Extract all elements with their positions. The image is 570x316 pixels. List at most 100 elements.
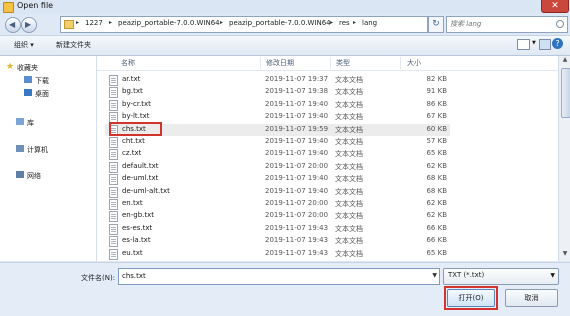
chevron-down-icon[interactable]: ▼ — [532, 40, 536, 46]
arrow-right-icon: ▶ — [25, 20, 32, 29]
text-file-icon — [109, 149, 118, 160]
column-divider[interactable] — [330, 57, 331, 69]
breadcrumb-1227[interactable]: 1227 — [85, 19, 103, 27]
file-row[interactable]: en-gb.txt 2019-11-07 20:00 文本文档 62 KB — [105, 210, 450, 222]
file-name: ar.txt — [122, 75, 141, 83]
column-header-size[interactable]: 大小 — [407, 58, 421, 68]
forward-button[interactable]: ▶ — [21, 17, 37, 33]
file-date: 2019-11-07 19:43 — [265, 249, 329, 257]
file-row[interactable]: es-la.txt 2019-11-07 19:43 文本文档 66 KB — [105, 235, 450, 247]
file-name: by-cr.txt — [122, 100, 151, 108]
column-header-type[interactable]: 类型 — [336, 58, 350, 68]
file-row[interactable]: de-uml.txt 2019-11-07 19:40 文本文档 68 KB — [105, 173, 450, 185]
file-row[interactable]: de-uml-alt.txt 2019-11-07 19:40 文本文档 68 KB — [105, 186, 450, 198]
text-file-icon — [109, 162, 118, 173]
file-size: 67 KB — [426, 112, 447, 120]
text-file-icon — [109, 236, 118, 247]
file-type: 文本文档 — [335, 237, 363, 245]
file-size: 66 KB — [426, 224, 447, 232]
filename-input[interactable] — [122, 270, 417, 282]
sidebar-item-favorites[interactable]: 收藏夹 — [17, 63, 38, 73]
breadcrumb-separator[interactable]: ▸ — [353, 19, 356, 26]
chevron-down-icon[interactable]: ▼ — [432, 272, 437, 279]
sidebar-item-network[interactable]: 网络 — [27, 171, 41, 181]
file-size: 66 KB — [426, 236, 447, 244]
scrollbar-thumb[interactable] — [561, 68, 570, 118]
breadcrumb-separator[interactable]: ▸ — [330, 19, 333, 26]
file-size: 57 KB — [426, 137, 447, 145]
folder-icon — [64, 20, 74, 29]
network-icon — [16, 171, 24, 178]
breadcrumb-lang[interactable]: lang — [362, 19, 377, 27]
file-date: 2019-11-07 19:43 — [265, 236, 329, 244]
filetype-value: TXT (*.txt) — [448, 271, 485, 279]
navigation-pane: ★ 收藏夹 下载 桌面 库 计算机 网络 — [0, 56, 97, 261]
file-size: 62 KB — [426, 162, 447, 170]
text-file-icon — [109, 100, 118, 111]
view-options-icon[interactable] — [517, 39, 530, 50]
column-divider[interactable] — [400, 57, 401, 69]
file-size: 60 KB — [426, 125, 447, 133]
sidebar-item-downloads[interactable]: 下载 — [35, 76, 49, 86]
organize-button[interactable]: 组织 ▾ — [14, 40, 34, 50]
breadcrumb-peazip-1[interactable]: peazip_portable-7.0.0.WIN64 — [118, 19, 220, 27]
breadcrumb-peazip-2[interactable]: peazip_portable-7.0.0.WIN64 — [229, 19, 331, 27]
file-row[interactable]: bg.txt 2019-11-07 19:38 文本文档 91 KB — [105, 86, 450, 98]
column-divider[interactable] — [260, 57, 261, 69]
cancel-button[interactable]: 取消 — [505, 289, 558, 307]
scroll-up-icon[interactable]: ▲ — [560, 56, 570, 66]
filename-combobox[interactable]: ▼ — [118, 268, 440, 285]
text-file-icon — [109, 75, 118, 86]
file-type: 文本文档 — [335, 101, 363, 109]
help-icon[interactable]: ? — [552, 38, 563, 49]
text-file-icon — [109, 87, 118, 98]
file-row[interactable]: cht.txt 2019-11-07 19:40 文本文档 57 KB — [105, 136, 450, 148]
filetype-select[interactable]: TXT (*.txt) ▼ — [443, 268, 559, 285]
file-type: 文本文档 — [335, 163, 363, 171]
file-size: 68 KB — [426, 187, 447, 195]
back-button[interactable]: ◀ — [5, 17, 21, 33]
file-row[interactable]: default.txt 2019-11-07 20:00 文本文档 62 KB — [105, 161, 450, 173]
file-name: cht.txt — [122, 137, 145, 145]
file-row[interactable]: eu.txt 2019-11-07 19:43 文本文档 65 KB — [105, 248, 450, 260]
column-header-date[interactable]: 修改日期 — [266, 58, 294, 68]
sidebar-item-library[interactable]: 库 — [27, 118, 34, 128]
file-type: 文本文档 — [335, 113, 363, 121]
file-type: 文本文档 — [335, 138, 363, 146]
breadcrumb-separator[interactable]: ▸ — [220, 19, 223, 26]
search-icon[interactable] — [556, 20, 564, 28]
file-type: 文本文档 — [335, 200, 363, 208]
file-row[interactable]: es-es.txt 2019-11-07 19:43 文本文档 66 KB — [105, 223, 450, 235]
file-row[interactable]: en.txt 2019-11-07 20:00 文本文档 62 KB — [105, 198, 450, 210]
file-row[interactable]: ar.txt 2019-11-07 19:37 文本文档 82 KB — [105, 74, 450, 86]
file-date: 2019-11-07 19:38 — [265, 87, 329, 95]
preview-pane-icon[interactable] — [539, 39, 551, 50]
file-row[interactable]: by-cr.txt 2019-11-07 19:40 文本文档 86 KB — [105, 99, 450, 111]
new-folder-button[interactable]: 新建文件夹 — [56, 40, 91, 50]
window-title: Open file — [17, 1, 54, 10]
text-file-icon — [109, 187, 118, 198]
breadcrumb-separator[interactable]: ▸ — [76, 19, 79, 26]
refresh-button[interactable]: ↻ — [428, 16, 444, 33]
search-box[interactable] — [446, 16, 568, 33]
file-name: cz.txt — [122, 149, 142, 157]
sidebar-item-computer[interactable]: 计算机 — [27, 145, 48, 155]
file-row[interactable]: cz.txt 2019-11-07 19:40 文本文档 65 KB — [105, 148, 450, 160]
breadcrumb-res[interactable]: res — [339, 19, 350, 27]
search-input[interactable] — [450, 18, 550, 30]
address-bar[interactable]: ▸ 1227 ▸ peazip_portable-7.0.0.WIN64 ▸ p… — [60, 16, 477, 33]
column-header-row — [97, 56, 558, 71]
breadcrumb-separator[interactable]: ▸ — [109, 19, 112, 26]
sidebar-item-desktop[interactable]: 桌面 — [35, 89, 49, 99]
chevron-down-icon[interactable]: ▼ — [550, 272, 555, 279]
column-header-name[interactable]: 名称 — [121, 58, 135, 68]
file-type: 文本文档 — [335, 88, 363, 96]
title-bar — [0, 0, 570, 14]
vertical-scrollbar[interactable]: ▲ ▼ — [558, 56, 570, 261]
scroll-down-icon[interactable]: ▼ — [560, 250, 570, 260]
file-date: 2019-11-07 19:40 — [265, 137, 329, 145]
file-name: en-gb.txt — [122, 211, 155, 219]
close-button[interactable]: ✕ — [541, 0, 569, 13]
file-date: 2019-11-07 20:00 — [265, 211, 329, 219]
download-icon — [24, 76, 32, 83]
